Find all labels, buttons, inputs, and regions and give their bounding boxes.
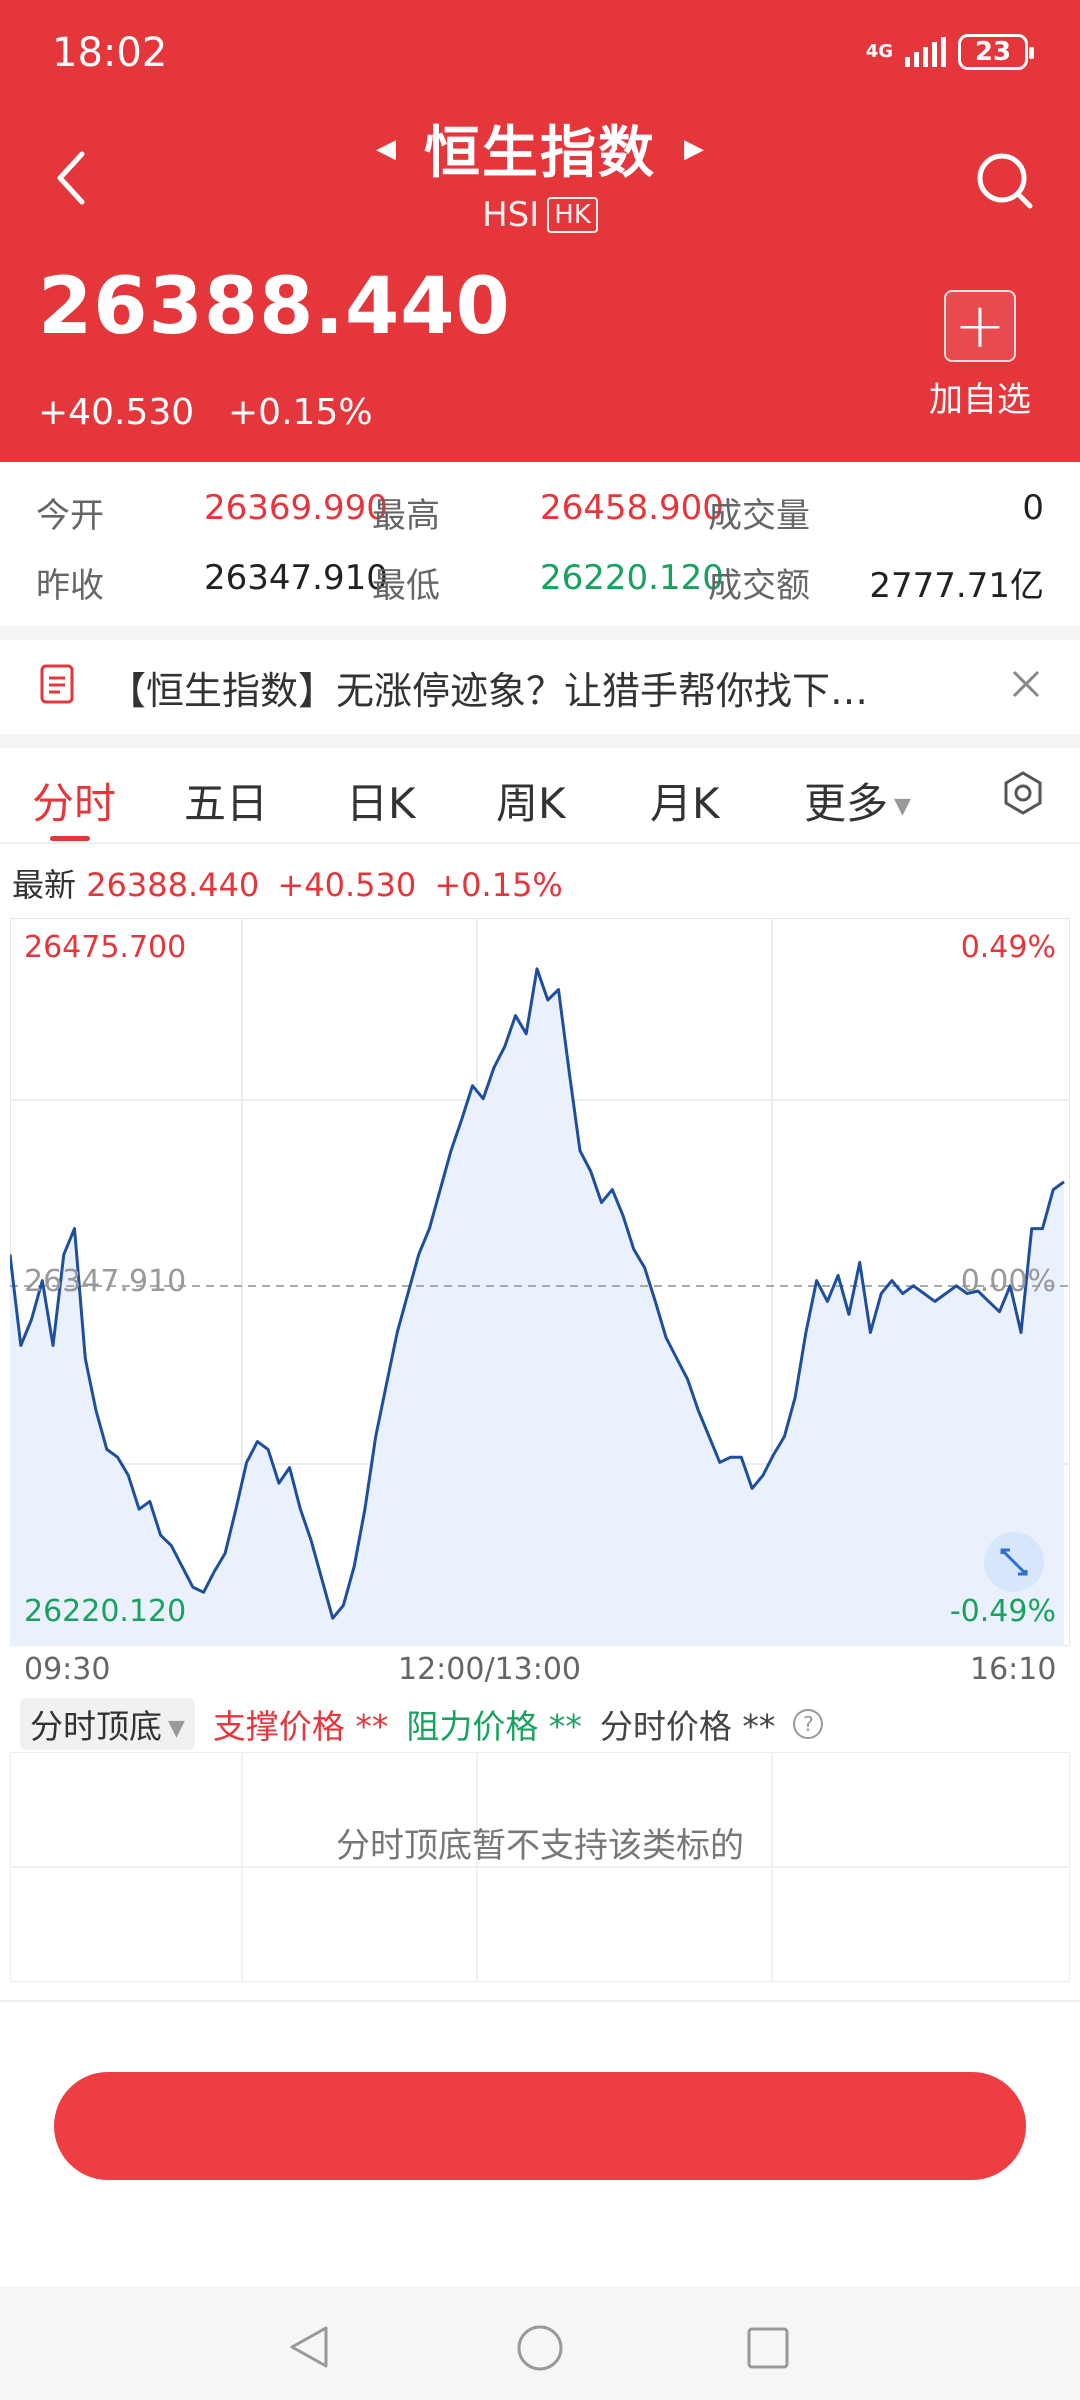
divider [0,2000,1080,2002]
low-label: 最低 [372,566,440,606]
resist-value: ** [548,1707,582,1746]
support-value: ** [355,1707,389,1746]
current-price: 26388.440 [38,262,511,352]
intraday-chart[interactable]: 26475.700 26347.910 26220.120 0.49% 0.00… [8,917,1071,1647]
add-watchlist-label[interactable]: 加自选 [0,372,1080,421]
title-block: ◀ 恒生指数 ▶ HSI HK [0,108,1080,235]
indicator-chart [10,1752,1070,1982]
y-mid-label: 26347.910 [24,1264,187,1299]
next-index-icon[interactable]: ▶ [684,134,704,164]
indicator-select[interactable]: 分时顶底 ▼ [20,1698,195,1750]
battery-icon: 23 [958,34,1034,70]
prev-close-value: 26347.910 [204,558,388,598]
tab-more[interactable]: 更多 ▼ [804,770,911,831]
prev-close-label: 昨收 [36,566,104,606]
latest-quote: 最新 26388.440 +40.530 +0.15% [12,860,563,906]
settings-icon[interactable] [1000,770,1046,816]
add-watchlist-button[interactable]: + [944,290,1016,362]
tab-underline [50,836,90,841]
document-icon [40,664,74,704]
help-icon[interactable]: ? [793,1709,824,1739]
status-time: 18:02 [52,30,168,76]
close-icon[interactable] [1008,666,1044,702]
index-subtitle: HSI HK [482,195,598,235]
divider [0,626,1080,640]
indicator-empty-message: 分时顶底暂不支持该类标的 [336,1826,744,1866]
index-code: HSI [482,195,540,235]
news-text: 【恒生指数】无涨停迹象？让猎手帮你找下… [108,669,869,713]
chevron-down-icon: ▼ [168,1716,185,1741]
latest-pct: +0.15% [434,866,563,904]
nav-back-icon[interactable] [286,2324,332,2370]
resist-price: 阻力价格 ** [406,1700,582,1748]
high-value: 26458.900 [540,488,724,528]
tab-five-day[interactable]: 五日 [184,770,268,831]
network-label: 4G [865,41,893,62]
divider [0,734,1080,748]
turnover-label: 成交额 [708,566,810,606]
y-bottom-label: 26220.120 [24,1594,187,1629]
tab-daily-k[interactable]: 日K [346,770,416,831]
latest-change: +40.530 [277,866,417,904]
x-end-label: 16:10 [970,1652,1057,1687]
pct-bottom-label: -0.49% [949,1594,1056,1629]
x-mid-label: 12:00/13:00 [398,1652,582,1687]
turnover-value: 2777.71亿 [869,566,1044,606]
search-icon[interactable] [972,148,1036,212]
index-title: 恒生指数 [424,121,656,186]
intraday-price-label: 分时价格 [599,1707,732,1746]
signal-icon [905,37,946,67]
nav-recents-icon[interactable] [746,2326,790,2370]
nav-home-icon[interactable] [516,2324,564,2372]
low-value: 26220.120 [540,558,724,598]
intraday-price: 分时价格 ** [600,1700,776,1748]
tab-weekly-k[interactable]: 周K [496,770,566,831]
news-banner[interactable]: 【恒生指数】无涨停迹象？让猎手帮你找下… [0,640,1080,734]
y-top-label: 26475.700 [24,930,187,965]
latest-price: 26388.440 [86,866,260,904]
open-label: 今开 [36,496,104,536]
volume-label: 成交量 [708,496,810,536]
plus-icon: + [954,289,1006,362]
tab-more-label: 更多 [804,779,889,828]
prev-index-icon[interactable]: ◀ [376,134,396,164]
indicator-row: 分时顶底 ▼ 支撑价格 ** 阻力价格 ** 分时价格 ** ? [20,1698,824,1750]
support-label: 支撑价格 [212,1707,345,1746]
tab-intraday[interactable]: 分时 [32,770,116,831]
pct-top-label: 0.49% [960,930,1056,965]
intraday-price-value: ** [742,1707,776,1746]
indicator-select-label: 分时顶底 [30,1707,162,1746]
chevron-down-icon: ▼ [894,794,911,819]
market-badge: HK [547,197,598,233]
high-label: 最高 [372,496,440,536]
bottom-action-button[interactable] [54,2072,1026,2180]
system-nav-bar [0,2286,1080,2400]
pct-mid-label: 0.00% [960,1264,1056,1299]
support-price: 支撑价格 ** [213,1700,389,1748]
open-value: 26369.990 [204,488,388,528]
tab-monthly-k[interactable]: 月K [650,770,720,831]
quote-header: 18:02 4G 23 ◀ 恒生指数 ▶ HSI HK 26388.440 +4… [0,0,1080,462]
latest-label: 最新 [12,866,77,904]
status-icons: 4G 23 [865,34,1034,70]
resist-label: 阻力价格 [406,1707,539,1746]
x-start-label: 09:30 [24,1652,111,1687]
volume-value: 0 [1022,488,1044,528]
period-tabs: 分时 五日 日K 周K 月K 更多 ▼ [0,748,1080,844]
quote-stats: 今开 26369.990 最高 26458.900 成交量 0 昨收 26347… [0,462,1080,630]
